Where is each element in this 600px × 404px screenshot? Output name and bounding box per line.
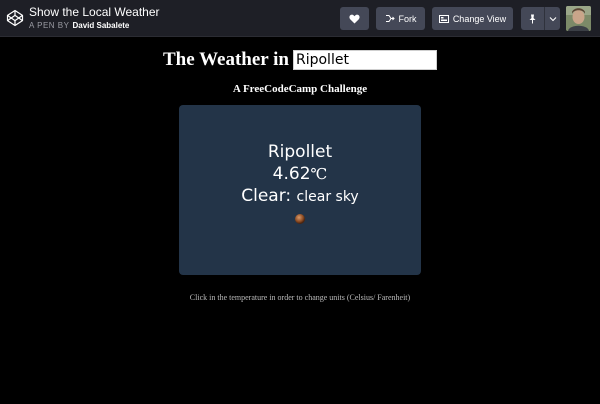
temperature-unit: ℃ [310, 165, 328, 183]
author-link[interactable]: David Sabalete [72, 21, 129, 30]
pin-button[interactable] [521, 7, 544, 30]
result-iframe: The Weather in A FreeCodeCamp Challenge … [0, 37, 600, 404]
fork-label: Fork [398, 13, 417, 24]
change-view-icon [438, 14, 449, 23]
subtitle: A FreeCodeCamp Challenge [232, 83, 368, 95]
temperature-value: 4.62 [272, 164, 311, 184]
avatar-image [566, 6, 591, 31]
pin-icon [529, 14, 536, 23]
page-title: The Weather in [163, 49, 289, 70]
weather-card: Ripollet 4.62℃ Clear: clear sky [179, 105, 421, 275]
weather-icon [295, 214, 305, 224]
pen-byline: A PEN BY David Sabalete [29, 21, 129, 30]
city-input[interactable] [292, 50, 437, 70]
byline-prefix: A PEN BY [29, 21, 70, 30]
change-view-button[interactable]: Change View [432, 7, 513, 30]
temperature-toggle[interactable]: 4.62℃ [179, 164, 421, 184]
codepen-logo-icon[interactable] [6, 9, 24, 27]
fork-icon [385, 15, 395, 22]
weather-condition: Clear: clear sky [179, 186, 421, 206]
condition-description: clear sky [296, 189, 359, 205]
heading-row: The Weather in [0, 49, 600, 71]
units-hint: Click in the temperature in order to cha… [189, 293, 411, 302]
fork-button[interactable]: Fork [376, 7, 425, 30]
love-button[interactable] [340, 7, 369, 30]
pin-menu-button[interactable] [544, 7, 560, 30]
heart-icon [349, 14, 360, 24]
codepen-header: Show the Local Weather A PEN BY David Sab… [0, 0, 600, 37]
condition-main: Clear: [241, 186, 292, 206]
user-avatar[interactable] [566, 6, 591, 31]
change-view-label: Change View [452, 13, 507, 24]
weather-city: Ripollet [267, 142, 333, 162]
chevron-down-icon [549, 16, 556, 21]
pen-title[interactable]: Show the Local Weather [29, 5, 160, 19]
